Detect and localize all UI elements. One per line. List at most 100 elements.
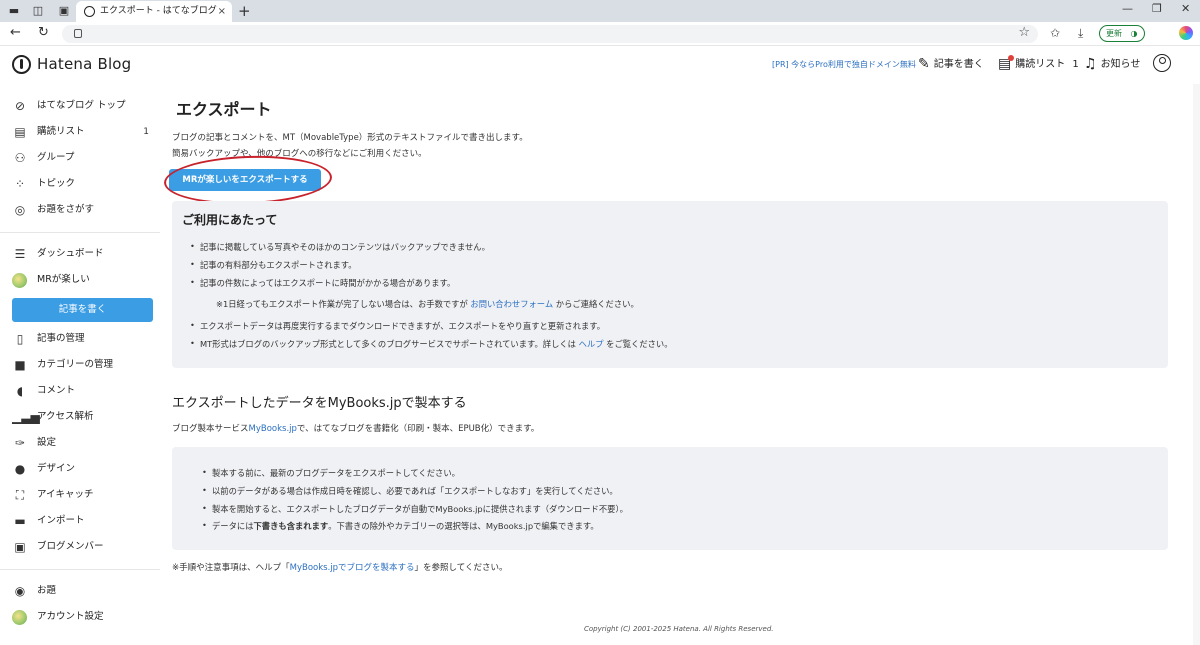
browser-tab[interactable]: エクスポート - はてなブログ × bbox=[76, 1, 232, 22]
reading-list-count: 1 bbox=[143, 127, 149, 137]
downloads-icon[interactable]: ⤓ bbox=[1078, 26, 1083, 41]
sidebar-item-analytics[interactable]: ▁▃▅ アクセス解析 bbox=[12, 407, 157, 427]
sidebar-item-account[interactable]: アカウント設定 bbox=[12, 607, 157, 627]
update-label: 更新 bbox=[1106, 29, 1122, 38]
account-avatar bbox=[12, 610, 27, 625]
footnote-post: 」を参照してください。 bbox=[414, 563, 508, 573]
copilot-icon[interactable] bbox=[1179, 26, 1193, 40]
sidebar-divider bbox=[0, 232, 160, 233]
reading-list-label: 購読リスト bbox=[1015, 59, 1066, 70]
maximize-button[interactable]: ❐ bbox=[1152, 2, 1162, 15]
sidebar-item-label: アイキャッチ bbox=[37, 489, 94, 500]
minimize-button[interactable]: — bbox=[1122, 2, 1133, 15]
tab-close-icon[interactable]: × bbox=[218, 1, 226, 22]
sidebar-item-categories[interactable]: ■ カテゴリーの管理 bbox=[12, 355, 157, 375]
sidebar: ⊘ はてなブログ トップ ▤ 購読リスト 1 ⚇ グループ ⁘ トピック ◎ お題をさがす… bbox=[0, 84, 160, 645]
dashboard-icon: ☰ bbox=[14, 247, 26, 261]
mybooks-link[interactable]: MyBooks.jp bbox=[249, 424, 297, 434]
reload-button[interactable]: ↻ bbox=[38, 25, 49, 40]
mybooks-notes-box: 製本する前に、最新のブログデータをエクスポートしてください。 以前のデータがある… bbox=[172, 447, 1168, 550]
favorite-star-icon[interactable]: ☆ bbox=[1018, 25, 1030, 40]
tab-actions-icon[interactable]: ▣ bbox=[56, 3, 72, 19]
sidebar-divider bbox=[0, 569, 160, 570]
sidebar-item-label: デザイン bbox=[37, 463, 76, 474]
sidebar-item-topic[interactable]: ⁘ トピック bbox=[12, 174, 157, 194]
list-item: 記事の有料部分もエクスポートされます。 bbox=[190, 259, 357, 271]
sidebar-item-import[interactable]: ▬ インポート bbox=[12, 511, 157, 531]
sidebar-icon[interactable]: ▬ bbox=[6, 3, 22, 19]
sidebar-item-label: カテゴリーの管理 bbox=[37, 359, 114, 370]
sidebar-item-odai[interactable]: ◉ お題 bbox=[12, 581, 157, 601]
list-item: 製本を開始すると、エクスポートしたブログデータが自動でMyBooks.jpに提供… bbox=[202, 503, 628, 515]
search-topic-icon: ◎ bbox=[14, 203, 26, 217]
sidebar-item-label: 設定 bbox=[37, 437, 57, 448]
collections-icon[interactable]: ◫ bbox=[30, 3, 46, 19]
sidebar-item-reading-list[interactable]: ▤ 購読リスト 1 bbox=[12, 122, 157, 142]
close-window-button[interactable]: ✕ bbox=[1181, 2, 1190, 15]
mybooks-note4-pre: データには bbox=[212, 521, 254, 531]
list-item: データには下書きも含まれます。下書きの除外やカテゴリーの選択等は、MyBooks… bbox=[202, 520, 599, 532]
sidebar-item-label: インポート bbox=[37, 515, 85, 526]
sidebar-write-button[interactable]: 記事を書く bbox=[12, 298, 153, 322]
sidebar-item-design[interactable]: ● デザイン bbox=[12, 459, 157, 479]
help-link[interactable]: ヘルプ bbox=[579, 339, 604, 349]
sidebar-item-eyecatch[interactable]: ⛶ アイキャッチ bbox=[12, 485, 157, 505]
sidebar-item-dashboard[interactable]: ☰ ダッシュボード bbox=[12, 244, 157, 264]
sidebar-item-label: アクセス解析 bbox=[37, 411, 94, 422]
sidebar-item-label: 購読リスト bbox=[37, 126, 85, 137]
update-icon: ◑ bbox=[1130, 29, 1138, 38]
back-button[interactable]: ← bbox=[10, 25, 21, 40]
sidebar-item-label: お題をさがす bbox=[37, 204, 95, 215]
page-scrollbar[interactable] bbox=[1193, 84, 1200, 645]
hatena-logo-icon[interactable] bbox=[12, 55, 31, 74]
write-post-button[interactable]: ✎ 記事を書く bbox=[918, 54, 984, 75]
browser-toolbar: ← ↻ ☆ ✩ ⤓ 更新 ◑ bbox=[0, 22, 1200, 46]
favorites-icon[interactable]: ✩ bbox=[1050, 26, 1060, 40]
reading-list-icon: ▤ bbox=[14, 125, 26, 139]
group-icon: ⚇ bbox=[14, 151, 26, 165]
notification-dot bbox=[1008, 55, 1014, 61]
logo-text[interactable]: Hatena Blog bbox=[37, 55, 131, 73]
sidebar-item-group[interactable]: ⚇ グループ bbox=[12, 148, 157, 168]
lock-icon bbox=[74, 29, 82, 38]
sidebar-item-label: お題 bbox=[37, 585, 57, 596]
sidebar-item-posts[interactable]: ▯ 記事の管理 bbox=[12, 329, 157, 349]
analytics-icon: ▁▃▅ bbox=[12, 410, 40, 424]
contact-form-link[interactable]: お問い合わせフォーム bbox=[470, 299, 553, 309]
list-item: MT形式はブログのバックアップ形式として多くのブログサービスでサポートされていま… bbox=[190, 338, 673, 350]
user-avatar-icon[interactable] bbox=[1153, 54, 1171, 72]
list-item-sub: ※1日経ってもエクスポート作業が完了しない場合は、お手数ですが お問い合わせフォ… bbox=[216, 298, 639, 310]
notifications-button[interactable]: ♫ お知らせ bbox=[1084, 54, 1140, 75]
wrench-icon: ✑ bbox=[14, 436, 26, 450]
blog-avatar bbox=[12, 273, 27, 288]
sidebar-item-label: アカウント設定 bbox=[37, 611, 104, 622]
promo-link[interactable]: [PR] 今ならPro利用で独自ドメイン無料 bbox=[772, 59, 916, 70]
mybooks-desc-post: で、はてなブログを書籍化（印刷・製本、EPUB化）できます。 bbox=[296, 424, 540, 434]
browser-tab-bar: ▬ ◫ ▣ エクスポート - はてなブログ × + — ❐ ✕ bbox=[0, 0, 1200, 22]
sidebar-item-hatena-top[interactable]: ⊘ はてなブログ トップ bbox=[12, 96, 157, 116]
export-button[interactable]: MRが楽しいをエクスポートする bbox=[169, 169, 321, 191]
update-button[interactable]: 更新 ◑ bbox=[1099, 25, 1145, 42]
sidebar-item-comments[interactable]: ◖ コメント bbox=[12, 381, 157, 401]
address-bar[interactable]: ☆ bbox=[62, 25, 1038, 43]
list-item: 記事に掲載している写真やそのほかのコンテンツはバックアップできません。 bbox=[190, 241, 490, 253]
mybooks-note4-post: 。下書きの除外やカテゴリーの選択等は、MyBooks.jpで編集できます。 bbox=[328, 521, 599, 531]
list-item: 製本する前に、最新のブログデータをエクスポートしてください。 bbox=[202, 467, 460, 479]
sidebar-item-search-topic[interactable]: ◎ お題をさがす bbox=[12, 200, 157, 220]
mybooks-help-link[interactable]: MyBooks.jpでブログを製本する bbox=[290, 563, 415, 573]
sidebar-item-members[interactable]: ▣ ブログメンバー bbox=[12, 537, 157, 557]
sidebar-item-label: ブログメンバー bbox=[37, 541, 104, 552]
note-sub-post: からご連絡ください。 bbox=[553, 299, 639, 309]
note5-pre: MT形式はブログのバックアップ形式として多くのブログサービスでサポートされていま… bbox=[200, 339, 579, 349]
copyright: Copyright (C) 2001-2025 Hatena. All Righ… bbox=[584, 625, 774, 633]
mybooks-desc-pre: ブログ製本サービス bbox=[172, 424, 249, 434]
main-content: エクスポート ブログの記事とコメントを、MT（MovableType）形式のテキ… bbox=[160, 84, 1200, 645]
mybooks-section-title: エクスポートしたデータをMyBooks.jpで製本する bbox=[172, 396, 467, 411]
sidebar-item-label: ダッシュボード bbox=[37, 248, 104, 259]
sidebar-item-blog[interactable]: MRが楽しい bbox=[12, 270, 157, 290]
export-description: ブログの記事とコメントを、MT（MovableType）形式のテキストファイルで… bbox=[172, 133, 528, 143]
sidebar-item-settings[interactable]: ✑ 設定 bbox=[12, 433, 157, 453]
new-tab-button[interactable]: + bbox=[238, 2, 251, 20]
note5-post: をご覧ください。 bbox=[603, 339, 673, 349]
document-icon: ▯ bbox=[16, 332, 24, 346]
